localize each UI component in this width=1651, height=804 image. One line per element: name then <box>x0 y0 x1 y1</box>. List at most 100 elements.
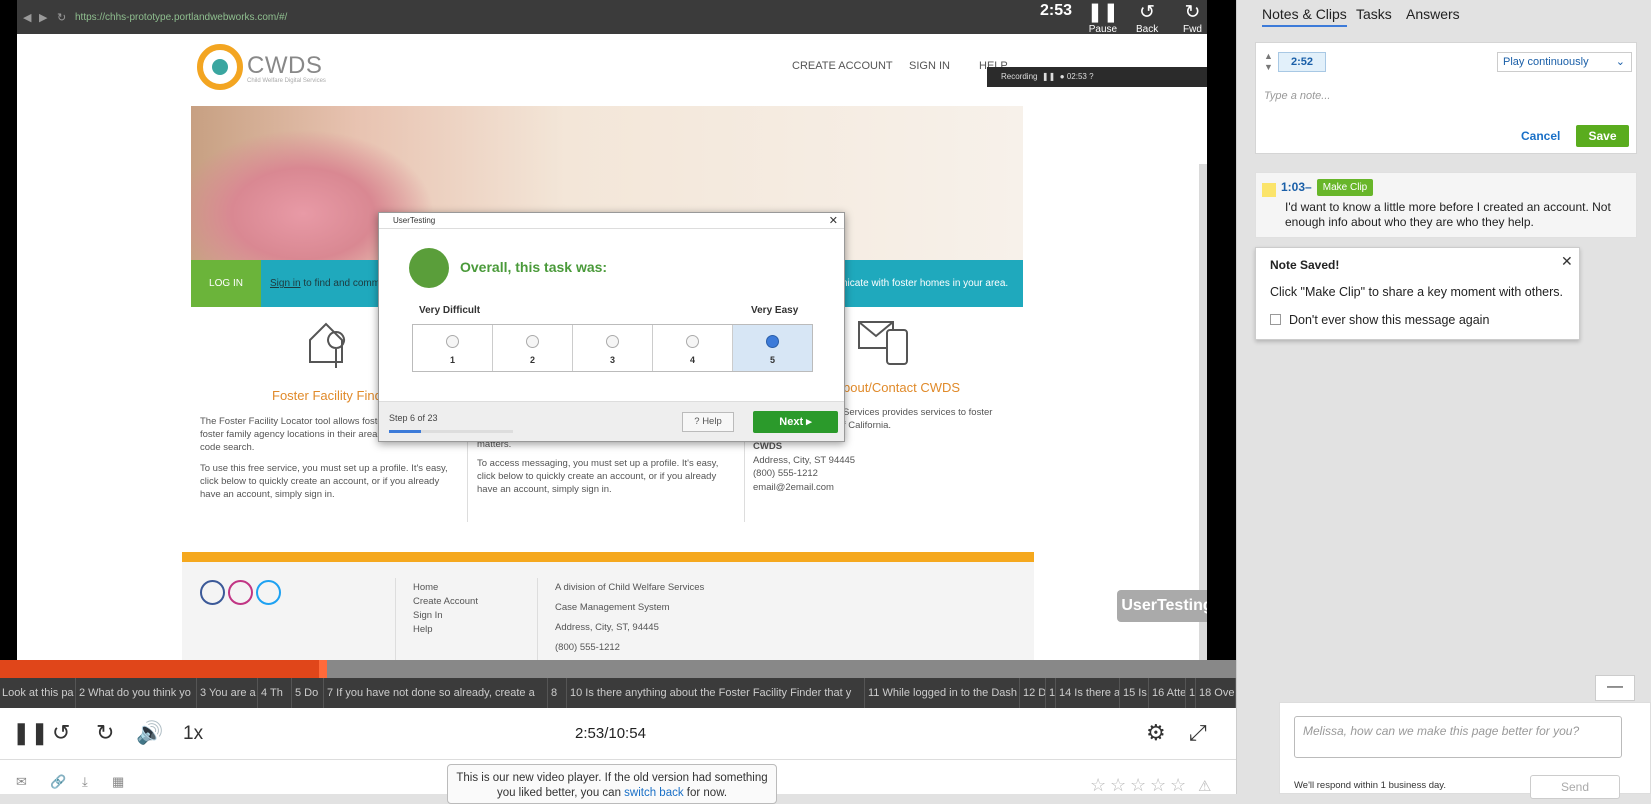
footer-info-line: Address, City, ST, 94445 <box>555 622 659 633</box>
task-marker[interactable]: 10 Is there anything about the Foster Fa… <box>568 678 865 708</box>
scale-high-label: Very Easy <box>751 305 799 316</box>
dont-show-label[interactable]: Don't ever show this message again <box>1289 313 1489 327</box>
close-icon[interactable]: ✕ <box>1561 253 1573 270</box>
overlay-pause-button[interactable]: ❚❚ Pause <box>1087 2 1119 35</box>
site-nav-sign-in: SIGN IN <box>909 60 950 72</box>
tab-tasks[interactable]: Tasks <box>1356 6 1392 22</box>
task-marker[interactable]: 5 Do <box>293 678 324 708</box>
feedback-note: We'll respond within 1 business day. <box>1294 780 1446 791</box>
feedback-minimize-button[interactable]: — <box>1595 675 1635 701</box>
rating-option-5: 5 <box>733 325 812 371</box>
pause-icon[interactable]: ❚❚ <box>12 720 49 746</box>
task-marker[interactable]: Look at this pa <box>0 678 76 708</box>
feedback-input[interactable]: Melissa, how can we make this page bette… <box>1294 716 1622 758</box>
video-area[interactable]: ◀ ▶ ↻ https://chhs-prototype.portlandweb… <box>0 0 1236 660</box>
col3-phone: (800) 555-1212 <box>753 468 818 479</box>
footer-accent-bar <box>182 552 1034 562</box>
facebook-icon <box>200 580 225 605</box>
usertesting-icon <box>409 248 449 288</box>
dialog-help-button: ? Help <box>682 412 734 432</box>
rating-scale: 1 2 3 4 5 <box>412 324 813 372</box>
cwds-logo-icon <box>197 44 243 90</box>
play-mode-select[interactable]: Play continuously ⌄ <box>1497 52 1632 72</box>
note-time-field[interactable]: 2:52 <box>1278 52 1326 72</box>
house-location-icon <box>309 322 345 368</box>
star-icon[interactable]: ☆ <box>1110 775 1126 796</box>
task-marker[interactable]: 12 D <box>1021 678 1046 708</box>
make-clip-button[interactable]: Make Clip <box>1317 179 1373 196</box>
footer-info-line: (800) 555-1212 <box>555 642 620 653</box>
link-icon[interactable]: 🔗 <box>50 774 66 790</box>
task-marker[interactable]: 1 <box>1187 678 1196 708</box>
video-timeline[interactable] <box>0 660 1236 678</box>
footer-link-create-account: Create Account <box>413 596 478 607</box>
task-marker[interactable]: 7 If you have not done so already, creat… <box>325 678 548 708</box>
instagram-icon <box>228 580 253 605</box>
browser-url: https://chhs-prototype.portlandwebworks.… <box>75 12 288 23</box>
playback-speed-button[interactable]: 1x <box>183 723 203 745</box>
footer-divider <box>537 578 538 660</box>
task-marker[interactable]: 2 What do you think yo <box>77 678 197 708</box>
pause-icon: ❚❚ <box>1087 2 1119 23</box>
task-marker[interactable]: 11 While logged in to the Dash <box>866 678 1020 708</box>
forward-5-icon[interactable]: ↻ <box>96 720 114 746</box>
task-marker[interactable]: 15 Is <box>1121 678 1149 708</box>
tab-notes-clips[interactable]: Notes & Clips <box>1262 6 1347 27</box>
cancel-button[interactable]: Cancel <box>1521 129 1560 143</box>
timeline-scrubber[interactable] <box>318 660 327 678</box>
switch-back-link[interactable]: switch back <box>624 787 683 799</box>
note-icon <box>1262 183 1276 197</box>
rewind-5-icon: ↺ <box>1139 2 1156 23</box>
star-icon[interactable]: ☆ <box>1090 775 1106 796</box>
warning-icon[interactable]: ⚠ <box>1198 777 1211 795</box>
overlay-back-button[interactable]: ↺ Back <box>1136 2 1158 35</box>
scale-low-label: Very Difficult <box>419 305 481 316</box>
teal-banner-left: Sign in to find and commu <box>270 278 386 289</box>
volume-icon[interactable]: 🔊 <box>136 720 163 746</box>
twitter-icon <box>256 580 281 605</box>
task-marker[interactable]: 3 You are a <box>198 678 258 708</box>
star-icon[interactable]: ☆ <box>1170 775 1186 796</box>
email-icon[interactable]: ✉ <box>16 774 27 790</box>
fullscreen-icon[interactable]: ⤢ <box>1189 720 1207 746</box>
task-marker[interactable]: 18 Ove <box>1197 678 1236 708</box>
overlay-time: 2:53 <box>1040 2 1073 19</box>
tab-answers[interactable]: Answers <box>1406 6 1460 22</box>
excel-icon[interactable]: ▦ <box>112 774 124 790</box>
star-icon[interactable]: ☆ <box>1150 775 1166 796</box>
note-input[interactable]: Type a note... <box>1264 90 1330 102</box>
browser-forward-icon: ▶ <box>39 12 48 24</box>
note-timestamp[interactable]: 1:03– <box>1281 180 1312 194</box>
dont-show-checkbox[interactable] <box>1270 314 1281 325</box>
old-version-notice: This is our new video player. If the old… <box>447 764 777 804</box>
site-logo-text: CWDS <box>247 52 323 79</box>
col3-text: Services provides services to foster <box>843 407 993 418</box>
step-progress-fill <box>389 430 422 433</box>
rewind-5-icon[interactable]: ↺ <box>52 720 70 746</box>
footer-info-line: A division of Child Welfare Services <box>555 582 705 593</box>
task-marker[interactable]: 1 <box>1047 678 1056 708</box>
browser-back-icon: ◀ <box>23 12 32 24</box>
step-progress <box>389 430 513 433</box>
time-stepper-icon[interactable]: ▲ ▼ <box>1264 51 1273 73</box>
download-icon[interactable]: ⤓ <box>82 774 88 790</box>
settings-icon[interactable]: ⚙ <box>1146 720 1166 746</box>
col3-text-2: f California. <box>843 420 892 431</box>
teal-banner-right: nicate with foster homes in your area. <box>842 278 1009 289</box>
radio-icon <box>526 335 539 348</box>
radio-selected-icon <box>766 335 779 348</box>
new-note-card: ▲ ▼ 2:52 Play continuously ⌄ Type a note..… <box>1255 42 1637 154</box>
task-marker[interactable]: 8 <box>549 678 567 708</box>
recorded-screen: ◀ ▶ ↻ https://chhs-prototype.portlandweb… <box>17 0 1207 660</box>
task-marker[interactable]: 16 Atte <box>1150 678 1186 708</box>
dialog-titlebar: UserTesting ✕ <box>379 213 844 229</box>
task-marker[interactable]: 4 Th <box>259 678 292 708</box>
notes-sidebar: Notes & Clips Tasks Answers ▲ ▼ 2:52 Play… <box>1236 0 1651 794</box>
radio-icon <box>686 335 699 348</box>
task-marker[interactable]: 14 Is there a <box>1057 678 1120 708</box>
save-button[interactable]: Save <box>1576 125 1629 147</box>
star-icon[interactable]: ☆ <box>1130 775 1146 796</box>
video-overlay-controls: 2:53 ❚❚ Pause ↺ Back ↻ Fwd <box>1040 0 1236 40</box>
feedback-send-button[interactable]: Send <box>1530 775 1620 799</box>
overlay-forward-button[interactable]: ↻ Fwd <box>1183 2 1202 35</box>
